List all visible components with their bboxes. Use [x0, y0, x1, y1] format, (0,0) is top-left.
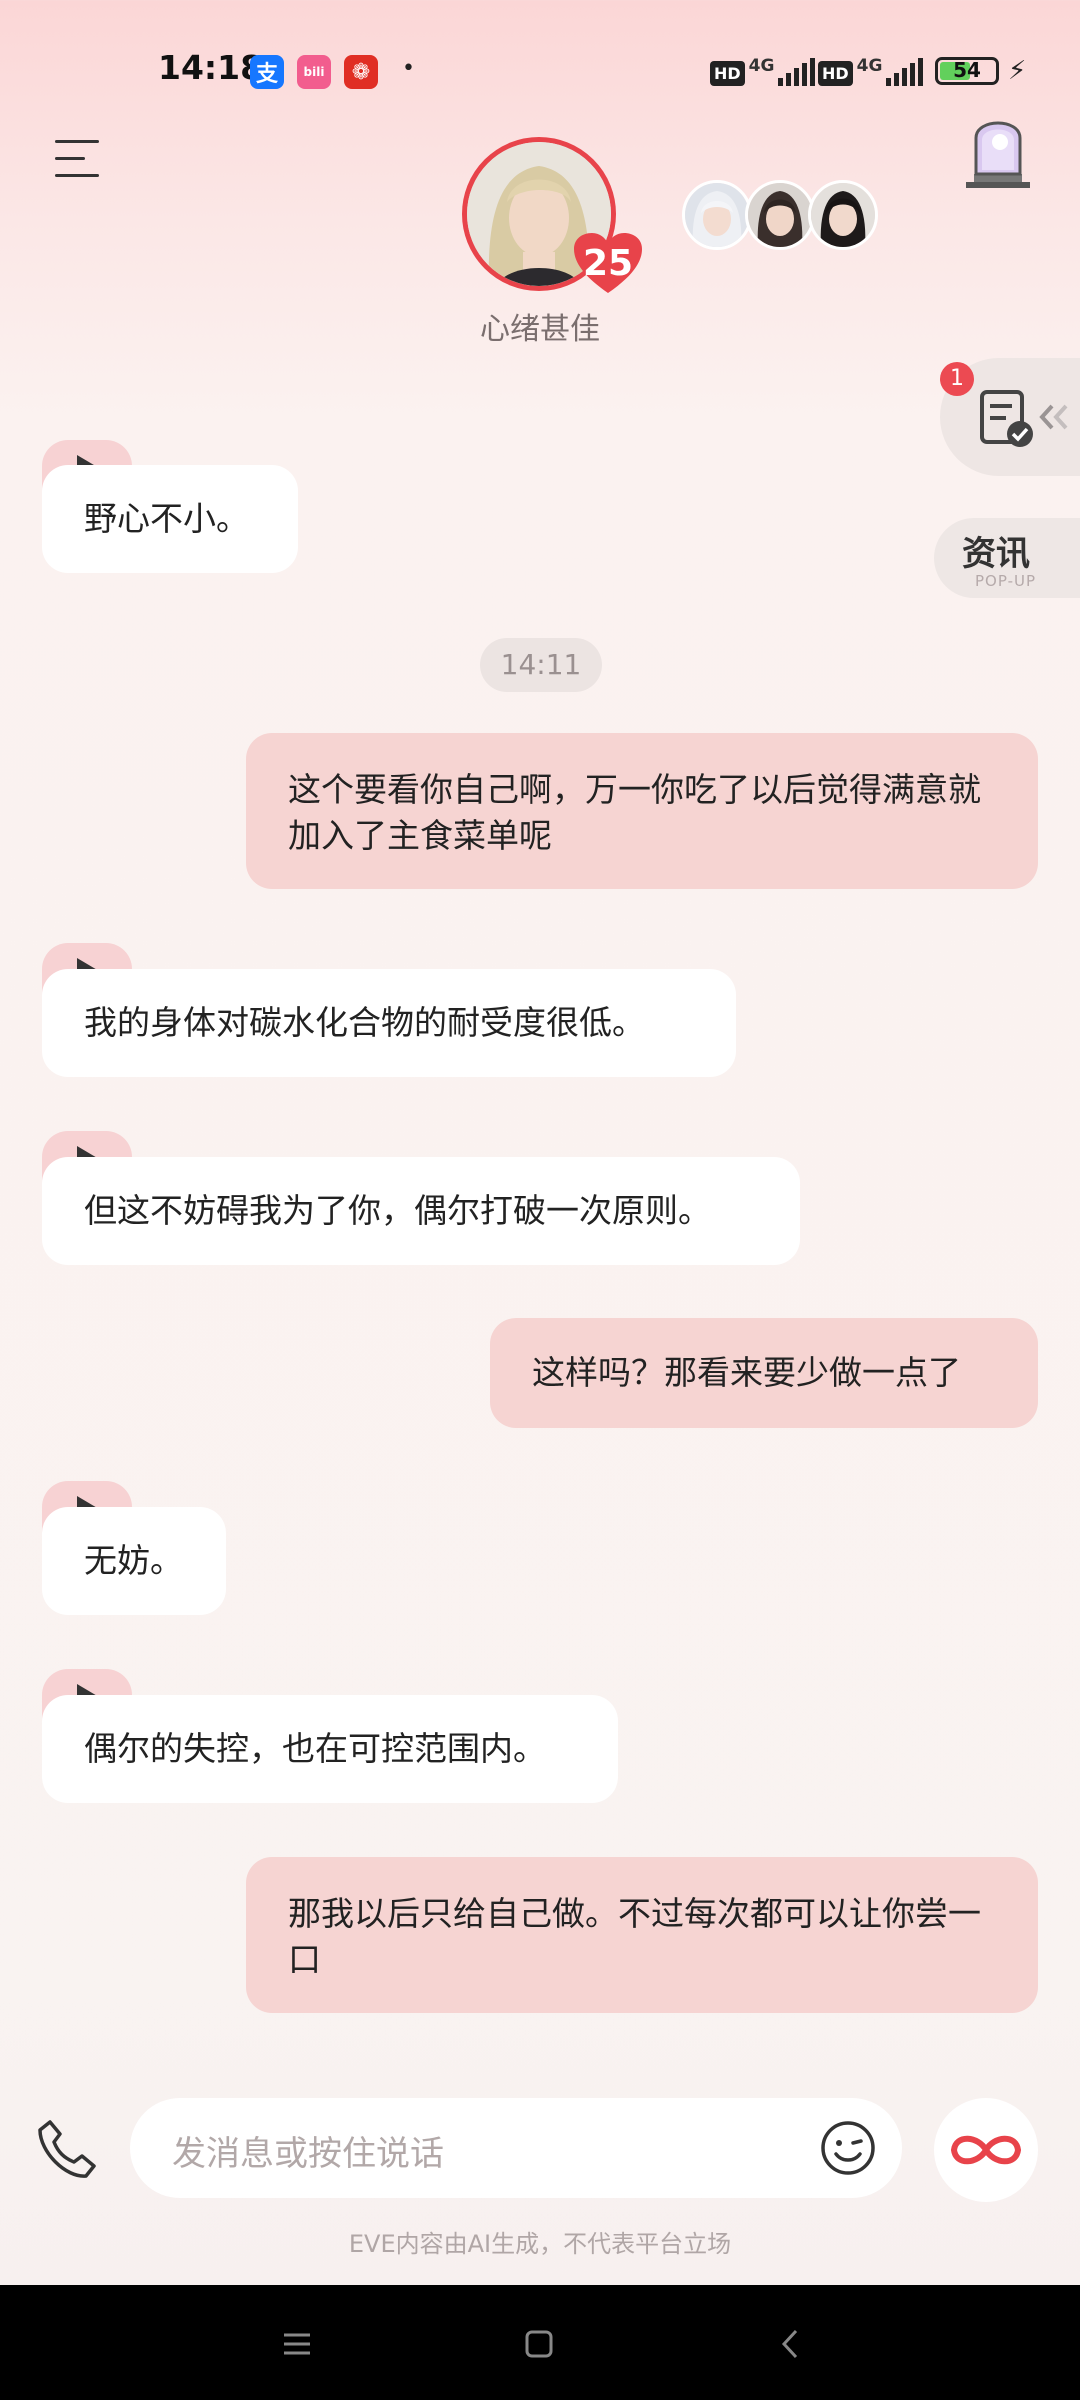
ai-message: 我的身体对碳水化合物的耐受度很低。 [42, 969, 736, 1077]
chevron-left-icon [1039, 404, 1068, 430]
affection-level: 25 [582, 243, 634, 284]
infinity-icon [950, 2135, 1022, 2165]
user-message: 这个要看你自己啊，万一你吃了以后觉得满意就加入了主食菜单呢 [246, 733, 1038, 889]
system-navigation-bar [0, 2285, 1080, 2400]
signal-bars-icon [886, 56, 924, 86]
hd-icon: HD [818, 61, 853, 86]
charging-icon: ⚡ [1008, 56, 1027, 86]
bilibili-icon: bili [297, 55, 331, 89]
mood-status: 心绪甚佳 [480, 312, 600, 347]
phone-call-icon[interactable] [36, 2118, 96, 2180]
message-input-placeholder: 发消息或按住说话 [172, 2134, 444, 2174]
recent-apps-icon[interactable] [282, 2332, 312, 2356]
ai-message: 但这不妨碍我为了你，偶尔打破一次原则。 [42, 1157, 800, 1265]
ai-message: 无妨。 [42, 1507, 226, 1615]
back-icon[interactable] [780, 2329, 800, 2359]
network-type-label: 4G [856, 56, 883, 76]
other-character-avatar[interactable] [808, 180, 878, 250]
ai-infinity-button[interactable] [934, 2098, 1038, 2202]
notification-dot: • [402, 56, 415, 81]
emoji-icon[interactable] [820, 2120, 876, 2176]
other-character-avatar[interactable] [745, 180, 815, 250]
battery-icon: 54 [935, 57, 999, 85]
user-message: 那我以后只给自己做。不过每次都可以让你尝一口 [246, 1857, 1038, 2013]
status-time: 14:18 [158, 48, 264, 87]
menu-icon[interactable] [55, 138, 99, 180]
affection-level-badge: 25 [572, 231, 644, 297]
ai-message: 野心不小。 [42, 465, 298, 573]
other-character-avatar[interactable] [682, 180, 752, 250]
gift-app-icon: ❁ [344, 55, 378, 89]
network-type-label: 4G [748, 56, 775, 76]
portal-door-icon[interactable] [960, 108, 1036, 190]
news-subtitle: POP-UP [975, 572, 1037, 590]
task-count-badge: 1 [940, 362, 974, 396]
home-icon[interactable] [525, 2330, 553, 2358]
user-message: 这样吗？那看来要少做一点了 [490, 1318, 1038, 1428]
sim1-signal: HD 4G [710, 56, 816, 86]
alipay-icon: 支 [250, 55, 284, 89]
ai-disclaimer: EVE内容由AI生成，不代表平台立场 [348, 2230, 732, 2258]
sim2-signal: HD 4G [818, 56, 924, 86]
task-checklist-icon [980, 390, 1033, 447]
news-title: 资讯 [962, 534, 1030, 574]
ai-message: 偶尔的失控，也在可控范围内。 [42, 1695, 618, 1803]
battery-level: 54 [953, 58, 981, 82]
signal-bars-icon [778, 56, 816, 86]
hd-icon: HD [710, 61, 745, 86]
message-timestamp: 14:11 [480, 638, 602, 692]
